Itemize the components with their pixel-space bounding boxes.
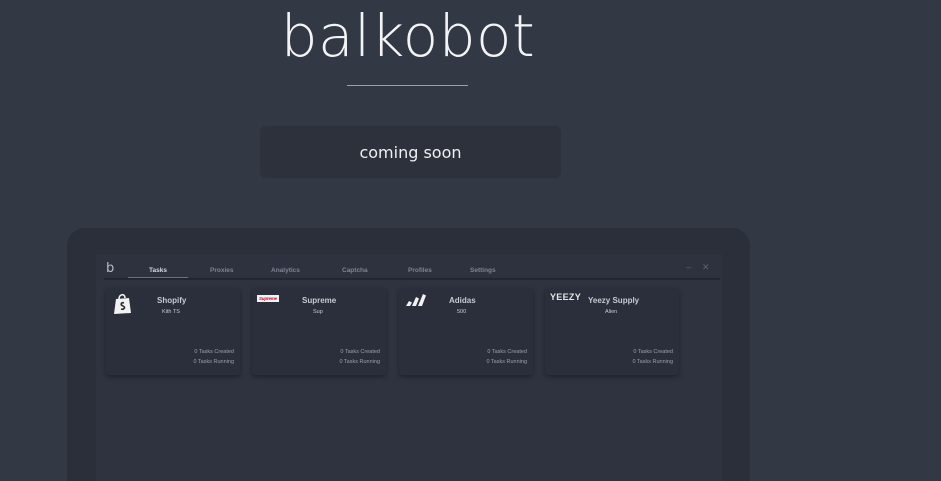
tab-proxies[interactable]: Proxies xyxy=(210,267,234,274)
tasks-running: 0 Tasks Running xyxy=(339,359,380,365)
supreme-logo: Supreme xyxy=(257,295,279,302)
tasks-running: 0 Tasks Running xyxy=(193,359,234,365)
tasks-created: 0 Tasks Created xyxy=(194,349,234,355)
card-title: Shopify xyxy=(157,296,187,305)
close-icon[interactable]: ✕ xyxy=(702,262,710,273)
tab-analytics[interactable]: Analytics xyxy=(271,267,300,274)
shopify-bag-icon xyxy=(114,293,131,314)
card-title: Yeezy Supply xyxy=(588,296,640,305)
minimize-icon[interactable]: – xyxy=(686,262,691,272)
tab-captcha[interactable]: Captcha xyxy=(342,267,368,274)
task-card-supreme[interactable]: Supreme Supreme Sup 0 Tasks Created 0 Ta… xyxy=(252,288,386,375)
tasks-running: 0 Tasks Running xyxy=(632,359,673,365)
task-card-adidas[interactable]: Adidas 500 0 Tasks Created 0 Tasks Runni… xyxy=(399,288,533,375)
coming-soon-button[interactable]: coming soon xyxy=(260,126,561,178)
tasks-running: 0 Tasks Running xyxy=(486,359,527,365)
card-title: Supreme xyxy=(302,296,337,305)
yeezy-logo: YEEZY xyxy=(550,292,582,302)
adidas-stripes-icon xyxy=(406,294,426,306)
topbar-divider xyxy=(104,278,720,280)
tab-settings[interactable]: Settings xyxy=(470,267,496,274)
card-subtitle: Sup xyxy=(313,309,323,315)
brand-underline xyxy=(347,85,468,86)
tab-tasks[interactable]: Tasks xyxy=(149,267,167,274)
app-window: b Tasks Proxies Analytics Captcha Profil… xyxy=(96,254,722,481)
task-card-shopify[interactable]: Shopify Kith TS 0 Tasks Created 0 Tasks … xyxy=(106,288,240,375)
card-subtitle: Kith TS xyxy=(162,309,180,315)
tasks-created: 0 Tasks Created xyxy=(340,349,380,355)
task-card-yeezy-supply[interactable]: YEEZY Yeezy Supply Alien 0 Tasks Created… xyxy=(545,288,679,375)
tasks-created: 0 Tasks Created xyxy=(487,349,527,355)
app-logo: b xyxy=(106,261,115,276)
card-subtitle: 500 xyxy=(457,309,467,315)
tab-profiles[interactable]: Profiles xyxy=(408,267,432,274)
app-topbar: b Tasks Proxies Analytics Captcha Profil… xyxy=(96,254,722,279)
card-title: Adidas xyxy=(449,296,476,305)
tasks-created: 0 Tasks Created xyxy=(633,349,673,355)
brand-title: balkobot xyxy=(280,2,536,70)
card-subtitle: Alien xyxy=(605,309,618,315)
